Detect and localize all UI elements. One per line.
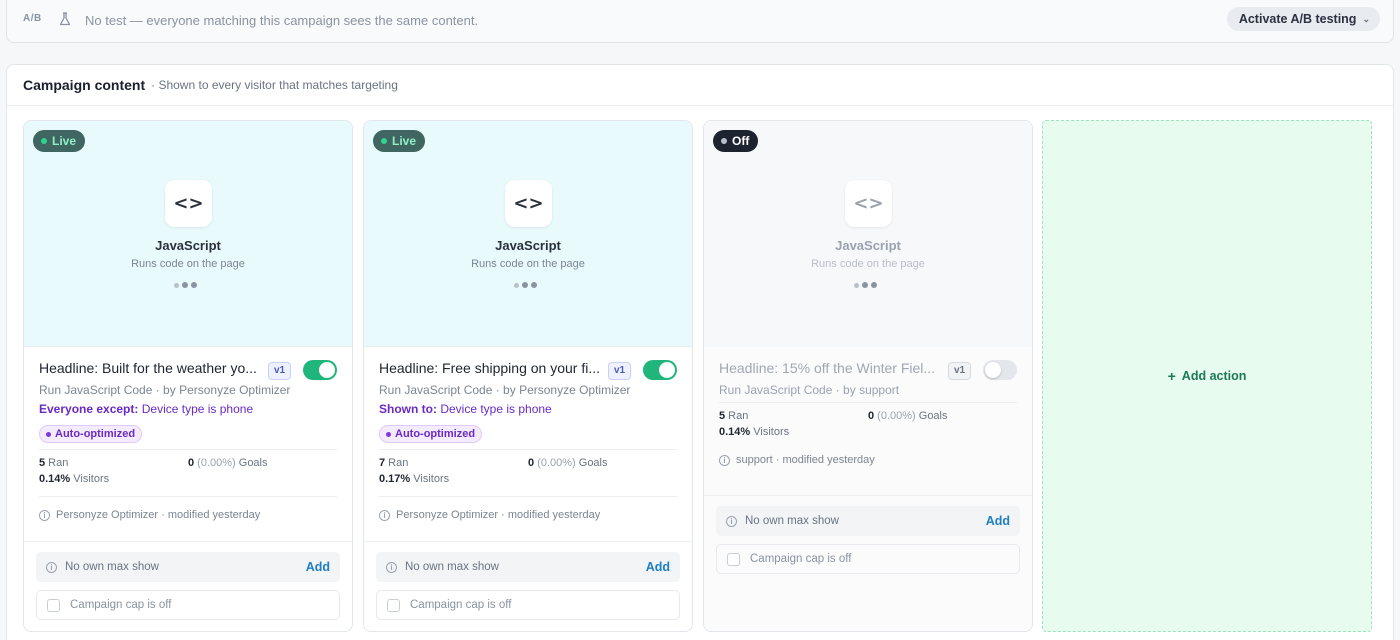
card-stats: 5 Ran 0.14% Visitors 0 (0.00%) Goals <box>39 457 268 485</box>
info-icon: i <box>719 454 730 466</box>
max-show-row: i No own max show Add <box>716 506 1020 536</box>
campaign-cap-checkbox[interactable]: Campaign cap is off <box>36 590 340 620</box>
info-icon: i <box>379 509 390 521</box>
add-max-show-button[interactable]: Add <box>646 560 670 574</box>
panel-title: Campaign content <box>23 77 146 93</box>
plus-icon: + <box>1167 368 1176 384</box>
card-stats: 5 Ran 0.14% Visitors 0 (0.00%) Goals <box>719 410 948 438</box>
version-badge[interactable]: v1 <box>948 362 972 380</box>
enable-toggle[interactable] <box>983 360 1017 380</box>
status-dot <box>721 138 727 144</box>
ab-status-text: No test — everyone matching this campaig… <box>85 13 479 28</box>
checkbox[interactable] <box>47 598 60 612</box>
enable-toggle[interactable] <box>303 360 337 380</box>
carousel-dots[interactable] <box>174 282 197 288</box>
preview-subtitle: Runs code on the page <box>811 258 925 270</box>
checkbox[interactable] <box>387 598 400 612</box>
card-headline[interactable]: Headline: Free shipping on your fi... <box>379 360 605 376</box>
ab-test-bar: A/B No test — everyone matching this cam… <box>6 0 1394 43</box>
status-badge: Live <box>373 130 426 152</box>
enable-toggle[interactable] <box>643 360 677 380</box>
campaign-cap-checkbox[interactable]: Campaign cap is off <box>716 544 1020 574</box>
status-dot <box>41 138 47 144</box>
version-badge[interactable]: v1 <box>608 362 632 380</box>
info-icon: i <box>46 561 57 573</box>
auto-optimized-badge: Auto-optimized <box>39 425 143 443</box>
auto-optimized-badge: Auto-optimized <box>379 425 483 443</box>
preview-title: JavaScript <box>495 238 561 253</box>
max-show-row: i No own max show Add <box>36 552 340 582</box>
campaign-cap-checkbox[interactable]: Campaign cap is off <box>376 590 680 620</box>
status-badge: Live <box>33 130 86 152</box>
campaign-content-panel: Campaign content · Shown to every visito… <box>6 64 1394 640</box>
carousel-dots[interactable] <box>854 282 877 288</box>
version-badge[interactable]: v1 <box>268 362 292 380</box>
info-icon: i <box>39 509 50 521</box>
targeting-rule[interactable]: Shown to: Device type is phone <box>379 402 677 416</box>
panel-subtitle: · Shown to every visitor that matches ta… <box>151 78 398 92</box>
preview-title: JavaScript <box>155 238 221 253</box>
preview-subtitle: Runs code on the page <box>471 258 585 270</box>
max-show-row: i No own max show Add <box>376 552 680 582</box>
flask-icon <box>59 12 71 26</box>
ab-tag: A/B <box>23 13 42 24</box>
action-description: Run JavaScript Code · by Personyze Optim… <box>379 383 631 397</box>
info-icon: i <box>386 561 397 573</box>
activate-ab-testing-button[interactable]: Activate A/B testing ⌄ <box>1226 7 1380 31</box>
code-icon: <> <box>845 180 892 227</box>
checkbox[interactable] <box>727 552 740 566</box>
content-card[interactable]: Live <> JavaScript Runs code on the page… <box>363 120 693 632</box>
card-preview[interactable]: Live <> JavaScript Runs code on the page <box>364 121 692 347</box>
action-description: Run JavaScript Code · by support <box>719 383 900 397</box>
targeting-rule[interactable]: Everyone except: Device type is phone <box>39 402 337 416</box>
add-max-show-button[interactable]: Add <box>986 514 1010 528</box>
panel-header: Campaign content · Shown to every visito… <box>7 65 1393 106</box>
card-meta: i support · modified yesterday <box>719 454 1017 466</box>
content-card[interactable]: Live <> JavaScript Runs code on the page… <box>23 120 353 632</box>
content-card[interactable]: Off <> JavaScript Runs code on the page … <box>703 120 1033 632</box>
add-max-show-button[interactable]: Add <box>306 560 330 574</box>
add-action-button[interactable]: + Add action <box>1042 120 1372 632</box>
code-icon: <> <box>165 180 212 227</box>
status-dot <box>381 138 387 144</box>
card-preview[interactable]: Off <> JavaScript Runs code on the page <box>704 121 1032 347</box>
card-stats: 7 Ran 0.17% Visitors 0 (0.00%) Goals <box>379 457 608 485</box>
info-icon: i <box>726 515 737 527</box>
carousel-dots[interactable] <box>514 282 537 288</box>
preview-subtitle: Runs code on the page <box>131 258 245 270</box>
card-meta: i Personyze Optimizer · modified yesterda… <box>379 509 677 521</box>
card-headline[interactable]: Headline: Built for the weather yo... <box>39 360 265 376</box>
chevron-down-icon: ⌄ <box>1362 13 1370 24</box>
status-badge: Off <box>713 130 759 152</box>
action-description: Run JavaScript Code · by Personyze Optim… <box>39 383 291 397</box>
code-icon: <> <box>505 180 552 227</box>
card-meta: i Personyze Optimizer · modified yesterda… <box>39 509 337 521</box>
card-preview[interactable]: Live <> JavaScript Runs code on the page <box>24 121 352 347</box>
card-headline[interactable]: Headline: 15% off the Winter Fiel... <box>719 360 945 376</box>
preview-title: JavaScript <box>835 238 901 253</box>
